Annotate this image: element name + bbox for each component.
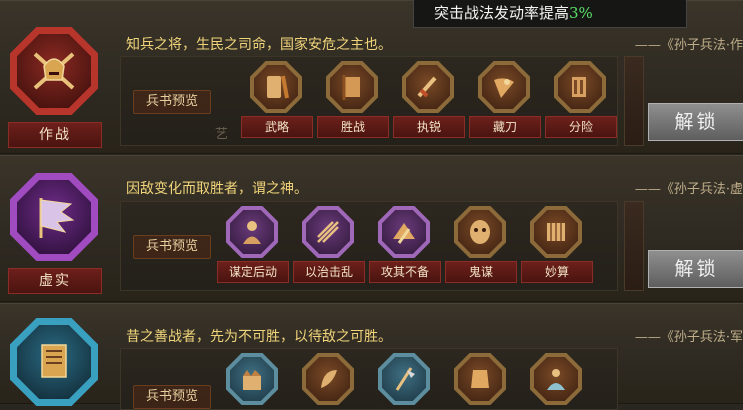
ornate-banner-icon[interactable] <box>10 318 98 406</box>
skill-slot[interactable]: 以治击乱 <box>293 206 365 283</box>
crossed-swords-helmet-icon[interactable] <box>10 27 98 115</box>
row-emblem-column: 作战 <box>0 1 112 153</box>
skill-slot[interactable] <box>521 353 591 405</box>
skill-slot[interactable]: 武略 <box>241 61 313 138</box>
strategist-icon <box>243 221 261 244</box>
halberd-icon <box>395 367 415 391</box>
hidden-blade-icon <box>494 78 514 98</box>
meditating-figure-icon <box>547 369 565 390</box>
torn-flag-icon[interactable] <box>10 173 98 261</box>
arrows-icon <box>317 221 339 243</box>
art-of-war-row-xushi: 虚实 因敌变化而取胜者，谓之神。 ——《孙子兵法·虚 兵书预览 谋定后动 以治击… <box>0 155 743 302</box>
shield-wall-icon <box>572 77 586 97</box>
skill-panel: 兵书预览 艺 武略 胜战 执锐 藏刀 分险 <box>120 56 618 146</box>
book-preview-button[interactable]: 兵书预览 <box>133 235 211 259</box>
skill-slot[interactable]: 谋定后动 <box>217 206 289 283</box>
fortress-icon <box>243 370 261 390</box>
book-preview-button[interactable]: 兵书预览 <box>133 385 211 409</box>
row-emblem-column <box>0 304 112 406</box>
row-quote: 因敌变化而取胜者，谓之神。 <box>126 181 308 197</box>
unlock-button[interactable]: 解锁 <box>648 250 743 288</box>
skill-label: 藏刀 <box>469 116 541 138</box>
skill-panel: 兵书预览 谋定后动 以治击乱 攻其不备 鬼谋 妙算 <box>120 201 618 291</box>
row-quote: 知兵之将，生民之司命，国家安危之主也。 <box>126 37 392 53</box>
row-citation: ——《孙子兵法·作 <box>634 38 743 53</box>
row-quote: 昔之善战者，先为不可胜，以待敌之可胜。 <box>126 329 392 345</box>
row-title-plate: 作战 <box>8 122 102 148</box>
skill-label: 谋定后动 <box>217 261 289 283</box>
skill-label: 攻其不备 <box>369 261 441 283</box>
skill-label: 胜战 <box>317 116 389 138</box>
row-citation: ——《孙子兵法·虚 <box>634 182 743 197</box>
skill-panel: 兵书预览 <box>120 348 618 410</box>
skill-label: 鬼谋 <box>445 261 517 283</box>
bamboo-scroll-icon <box>547 223 565 241</box>
unlock-button[interactable]: 解锁 <box>648 103 743 141</box>
rate-increase-toast: 突击战法发动率提高3% <box>413 0 687 28</box>
skill-slot[interactable] <box>293 353 363 405</box>
next-skill-peek <box>624 201 644 291</box>
sword-icon <box>417 76 437 98</box>
scroll-brush-icon <box>267 75 289 99</box>
skill-label: 以治击乱 <box>293 261 365 283</box>
skill-slot[interactable] <box>217 353 287 405</box>
row-emblem-column: 虚实 <box>0 156 112 301</box>
feather-icon <box>321 370 337 388</box>
row-citation: ——《孙子兵法·军 <box>634 330 743 345</box>
skill-slot[interactable] <box>369 353 439 405</box>
skill-slot[interactable] <box>445 353 515 405</box>
ambush-icon <box>393 223 415 244</box>
skill-slot[interactable]: 妙算 <box>521 206 593 283</box>
row-title-plate: 虚实 <box>8 268 102 294</box>
skill-slot[interactable]: 分险 <box>545 61 617 138</box>
skill-label: 妙算 <box>521 261 593 283</box>
skill-label: 武略 <box>241 116 313 138</box>
skill-slot[interactable]: 攻其不备 <box>369 206 441 283</box>
skill-label: 执锐 <box>393 116 465 138</box>
skill-slot[interactable]: 胜战 <box>317 61 389 138</box>
art-of-war-row-third: 昔之善战者，先为不可胜，以待敌之可胜。 ——《孙子兵法·军 兵书预览 <box>0 303 743 410</box>
skill-slot[interactable]: 藏刀 <box>469 61 541 138</box>
skill-slot[interactable]: 执锐 <box>393 61 465 138</box>
armor-icon <box>471 370 489 388</box>
toast-percent: 3% <box>569 4 593 22</box>
skill-slot[interactable]: 鬼谋 <box>445 206 517 283</box>
mask-icon <box>470 220 490 244</box>
next-skill-peek <box>624 56 644 146</box>
war-banner-icon <box>342 75 360 100</box>
book-preview-button[interactable]: 兵书预览 <box>133 90 211 114</box>
toast-text: 突击战法发动率提高 <box>434 4 570 22</box>
partial-skill-label: 艺 <box>215 127 229 142</box>
skill-label: 分险 <box>545 116 617 138</box>
